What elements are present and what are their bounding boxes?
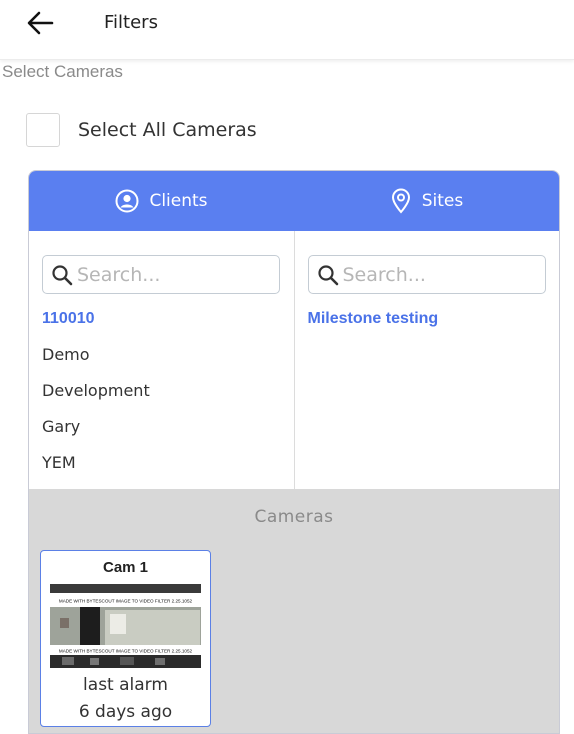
watermark-top: MADE WITH BYTESCOUT IMAGE TO VIDEO FILTE… <box>59 599 193 604</box>
tab-clients[interactable]: Clients <box>29 171 294 231</box>
section-label: Select Cameras <box>2 62 123 81</box>
list-item-client[interactable]: Development <box>42 377 150 413</box>
list-item-client[interactable]: 110010 <box>42 305 150 341</box>
watermark-bottom: MADE WITH BYTESCOUT IMAGE TO VIDEO FILTE… <box>59 649 193 654</box>
filter-panel: Clients Sites 110010 Demo Development <box>28 170 560 734</box>
camera-thumbnail: MADE WITH BYTESCOUT IMAGE TO VIDEO FILTE… <box>50 584 201 668</box>
clients-search-input[interactable] <box>77 263 272 286</box>
sites-search[interactable] <box>307 255 546 294</box>
cameras-title: Cameras <box>254 507 334 527</box>
list-item-site[interactable]: Milestone testing <box>308 305 439 341</box>
page-title: Filters <box>104 12 158 33</box>
filter-lists: 110010 Demo Development Gary YEM Milesto… <box>29 231 559 489</box>
user-circle-icon <box>115 189 139 213</box>
camera-caption-line1: last alarm <box>83 675 168 695</box>
app-header: Filters <box>0 0 574 60</box>
search-icon <box>52 264 73 285</box>
list-item-client[interactable]: Gary <box>42 413 150 449</box>
tab-sites[interactable]: Sites <box>294 171 559 231</box>
select-all-checkbox[interactable] <box>26 113 60 147</box>
camera-thumbnail-image: MADE WITH BYTESCOUT IMAGE TO VIDEO FILTE… <box>50 584 201 668</box>
clients-list: 110010 Demo Development Gary YEM <box>42 305 150 485</box>
tab-sites-label: Sites <box>421 191 464 211</box>
camera-name: Cam 1 <box>102 559 149 576</box>
sites-column: Milestone testing <box>293 231 560 489</box>
select-all-label: Select All Cameras <box>78 119 257 141</box>
tab-clients-label: Clients <box>149 191 208 211</box>
list-item-client[interactable]: Demo <box>42 341 150 377</box>
tab-bar: Clients Sites <box>29 171 559 231</box>
arrow-left-icon[interactable] <box>26 10 54 36</box>
location-pin-icon <box>391 188 410 214</box>
search-icon <box>317 264 338 285</box>
cameras-section: Cameras Cam 1 MADE WITH BYTESCOUT IMAGE … <box>29 489 559 733</box>
select-all-row[interactable]: Select All Cameras <box>26 112 257 148</box>
sites-search-input[interactable] <box>342 263 538 286</box>
camera-card[interactable]: Cam 1 MADE WITH BYTESCOUT IMAGE TO VIDEO… <box>40 550 211 727</box>
list-item-client[interactable]: YEM <box>42 449 150 485</box>
clients-column: 110010 Demo Development Gary YEM <box>29 231 294 489</box>
sites-list: Milestone testing <box>308 305 439 341</box>
clients-search[interactable] <box>42 255 280 294</box>
camera-caption-line2: 6 days ago <box>78 702 173 722</box>
